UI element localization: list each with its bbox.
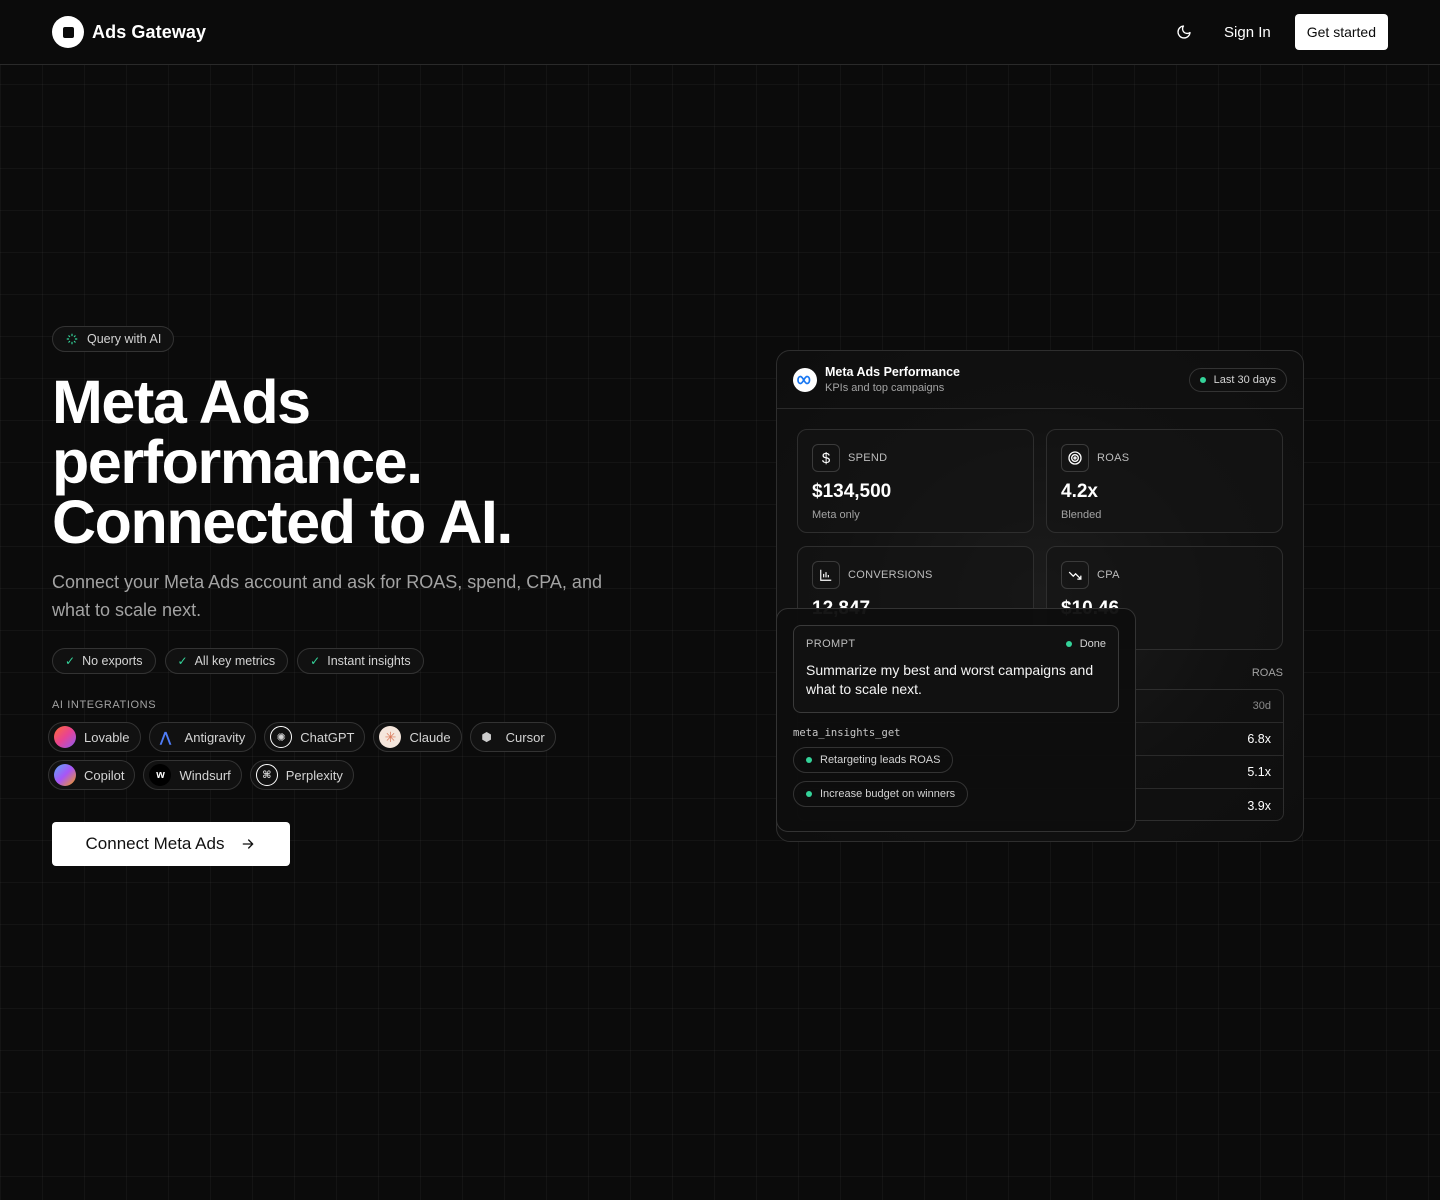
chatgpt-icon: ✺ [270,726,293,748]
dashboard-header: Meta Ads Performance KPIs and top campai… [777,351,1303,409]
result-label: Increase budget on winners [820,788,956,800]
integration-cursor[interactable]: ⬢ Cursor [469,722,556,752]
integration-label: Lovable [84,729,130,745]
perplexity-icon: ⌘ [255,764,278,786]
roas-value: 3.9x [1247,798,1271,813]
connect-meta-ads-button[interactable]: Connect Meta Ads [52,822,290,866]
period-label: 30d [1252,700,1271,712]
cta-label: Connect Meta Ads [85,834,225,853]
integration-label: Perplexity [285,767,343,783]
result-pill: Increase budget on winners [793,781,969,807]
status-badge: Done [1065,638,1106,650]
status-dot-icon [806,757,812,763]
windsurf-icon: w [149,764,172,786]
feature-label: Instant insights [327,654,411,668]
top-nav: Ads Gateway Sign In Get started [0,0,1440,65]
arrow-right-icon [243,839,255,849]
status-label: Done [1079,638,1106,650]
check-icon: ✓ [310,654,321,668]
status-dot-icon [806,791,812,797]
feature-pill: ✓ All key metrics [164,648,289,674]
roas-column-label: ROAS [1251,667,1283,679]
result-label: Retargeting leads ROAS [820,754,941,766]
integrations-row: Copilot w Windsurf ⌘ Perplexity [48,760,354,790]
integrations-label: AI INTEGRATIONS [52,699,157,711]
antigravity-icon: ⋀ [159,728,172,745]
hero-title: Meta Ads performance. Connected to AI. [52,368,672,556]
hero-subtitle: Connect your Meta Ads account and ask fo… [52,572,602,620]
integration-claude[interactable]: ✳ Claude [373,722,462,752]
bar-chart-icon [812,561,840,589]
integration-copilot[interactable]: Copilot [48,760,136,790]
kpi-card-roas: ROAS 4.2x Blended [1046,429,1283,533]
integration-perplexity[interactable]: ⌘ Perplexity [249,760,354,790]
roas-value: 5.1x [1247,765,1271,779]
sparkles-icon [66,333,78,345]
integration-label: Copilot [84,767,125,783]
get-started-button[interactable]: Get started [1294,14,1388,50]
integrations-row: Lovable ⋀ Antigravity ✺ ChatGPT ✳ Claude… [48,722,556,752]
kpi-card-spend: $ SPEND $134,500 Meta only [797,429,1034,533]
cursor-icon: ⬢ [481,730,492,744]
kpi-label: ROAS [1097,452,1130,464]
query-ai-badge: Query with AI [52,326,175,352]
feature-label: All key metrics [194,654,276,668]
hero-title-line: Meta Ads [52,368,311,436]
integration-label: ChatGPT [300,729,355,745]
roas-value: 6.8x [1247,732,1271,746]
kpi-label: SPEND [848,452,888,464]
prompt-panel: PROMPT Done Summarize my best and worst … [776,608,1136,832]
dashboard-title: Meta Ads Performance [825,365,960,379]
tool-call-name: meta_insights_get [793,727,901,739]
kpi-label: CPA [1097,569,1120,581]
integration-label: Windsurf [179,767,231,783]
prompt-label: PROMPT [806,638,856,650]
kpi-note: Blended [1061,509,1102,521]
badge-label: Query with AI [87,332,162,346]
sign-in-link[interactable]: Sign In [1224,24,1271,41]
status-dot-icon [1199,376,1206,383]
kpi-label: CONVERSIONS [848,569,933,581]
brand-logo-icon [52,16,84,48]
target-icon [1061,444,1089,472]
integration-label: Antigravity [184,729,246,745]
feature-pill: ✓ Instant insights [297,648,424,674]
check-icon: ✓ [65,654,76,668]
integration-windsurf[interactable]: w Windsurf [143,760,242,790]
status-dot-icon [1065,641,1072,647]
dashboard-subtitle: KPIs and top campaigns [825,382,945,394]
claude-icon: ✳ [379,726,402,748]
prompt-box: PROMPT Done Summarize my best and worst … [793,625,1119,713]
date-range-badge[interactable]: Last 30 days [1188,367,1287,392]
integration-label: Cursor [505,729,545,745]
brand-name: Ads Gateway [92,21,207,42]
brand-logo[interactable]: Ads Gateway [52,16,206,48]
kpi-value: 4.2x [1061,481,1098,502]
integration-chatgpt[interactable]: ✺ ChatGPT [264,722,366,752]
prompt-text: Summarize my best and worst campaigns an… [806,662,1094,697]
check-icon: ✓ [177,654,188,668]
trend-down-icon [1061,561,1089,589]
feature-pills: ✓ No exports ✓ All key metrics ✓ Instant in… [52,648,424,674]
moon-icon[interactable] [1172,20,1196,44]
date-range-label: Last 30 days [1213,373,1276,386]
kpi-value: $134,500 [812,481,892,502]
hero-title-line: Connected to AI. [52,488,513,556]
hero-title-line: performance. [52,428,423,496]
feature-label: No exports [82,654,143,668]
copilot-icon [54,764,76,786]
integration-lovable[interactable]: Lovable [48,722,141,752]
integration-label: Claude [409,729,451,745]
result-pill: Retargeting leads ROAS [793,747,954,773]
integration-antigravity[interactable]: ⋀ Antigravity [148,722,257,752]
feature-pill: ✓ No exports [52,648,156,674]
dollar-icon: $ [812,444,840,472]
meta-logo-icon [793,367,817,392]
lovable-icon [54,726,76,748]
kpi-note: Meta only [812,509,860,521]
